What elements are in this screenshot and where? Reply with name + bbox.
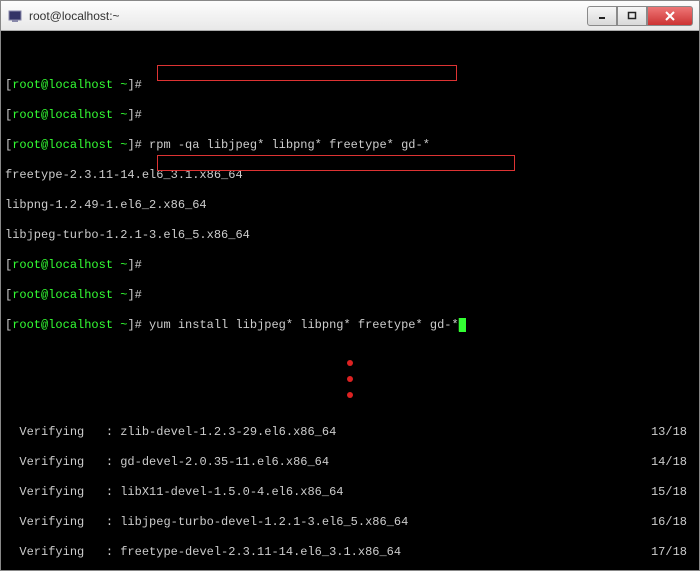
command-text-1: rpm -qa libjpeg* libpng* freetype* gd-* bbox=[149, 138, 430, 152]
verify-line: Verifying : zlib-devel-1.2.3-29.el6.x86_… bbox=[5, 425, 695, 440]
prompt-line: [root@localhost ~]# bbox=[5, 258, 695, 273]
verify-line: Verifying : libjpeg-turbo-devel-1.2.1-3.… bbox=[5, 515, 695, 530]
output-line: libpng-1.2.49-1.el6_2.x86_64 bbox=[5, 198, 695, 213]
verify-line: Verifying : freetype-devel-2.3.11-14.el6… bbox=[5, 545, 695, 560]
cursor-icon: █ bbox=[459, 318, 466, 332]
prompt-user: root bbox=[12, 78, 41, 92]
terminal[interactable]: [root@localhost ~]# [root@localhost ~]# … bbox=[1, 31, 699, 570]
command-text-2: yum install libjpeg* libpng* freetype* g… bbox=[149, 318, 459, 332]
output-line: freetype-2.3.11-14.el6_3.1.x86_64 bbox=[5, 168, 695, 183]
command-line-1: [root@localhost ~]# rpm -qa libjpeg* lib… bbox=[5, 138, 695, 153]
maximize-button[interactable] bbox=[617, 6, 647, 26]
app-window: root@localhost:~ [root@localhost ~]# [ro… bbox=[0, 0, 700, 571]
putty-icon bbox=[7, 8, 23, 24]
window-controls bbox=[587, 6, 693, 26]
command-line-2: [root@localhost ~]# yum install libjpeg*… bbox=[5, 318, 695, 333]
dot-icon bbox=[347, 376, 353, 382]
prompt-path: ~ bbox=[120, 78, 127, 92]
dot-icon bbox=[347, 360, 353, 366]
window-title: root@localhost:~ bbox=[29, 9, 587, 23]
titlebar[interactable]: root@localhost:~ bbox=[1, 1, 699, 31]
dot-icon bbox=[347, 392, 353, 398]
prompt-line: [root@localhost ~]# bbox=[5, 78, 695, 93]
prompt-line: [root@localhost ~]# bbox=[5, 108, 695, 123]
close-button[interactable] bbox=[647, 6, 693, 26]
verify-line: Verifying : libX11-devel-1.5.0-4.el6.x86… bbox=[5, 485, 695, 500]
ellipsis-dots bbox=[5, 348, 695, 410]
minimize-button[interactable] bbox=[587, 6, 617, 26]
output-line: libjpeg-turbo-1.2.1-3.el6_5.x86_64 bbox=[5, 228, 695, 243]
prompt-line: [root@localhost ~]# bbox=[5, 288, 695, 303]
verify-line: Verifying : gd-devel-2.0.35-11.el6.x86_6… bbox=[5, 455, 695, 470]
prompt-host: localhost bbox=[48, 78, 113, 92]
